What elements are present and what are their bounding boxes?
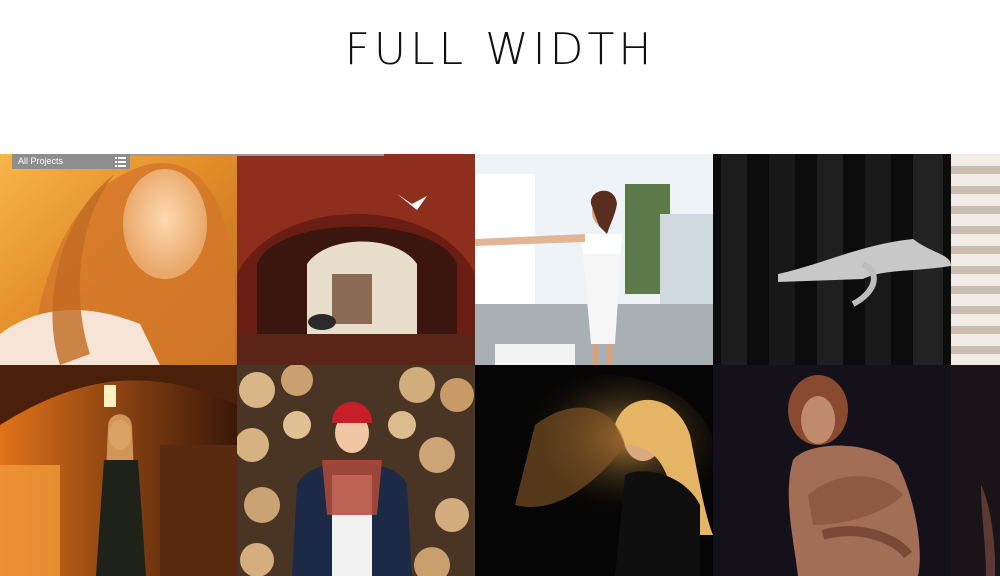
gallery-item-white-dress-dancer[interactable] <box>475 154 713 365</box>
portfolio-gallery <box>0 154 1000 576</box>
gallery-item-dust-hair-portrait[interactable] <box>475 365 713 576</box>
list-menu-icon <box>115 157 126 167</box>
studio-figure-image <box>713 365 951 576</box>
gallery-item-building-facade[interactable] <box>951 154 1000 365</box>
gallery-item-corridor-black-dress[interactable] <box>0 365 237 576</box>
corridor-image <box>0 365 237 576</box>
facade-image <box>951 154 1000 365</box>
gallery-item-woodpile-red-hat[interactable] <box>237 365 475 576</box>
portrait-image <box>0 154 237 365</box>
gallery-item-brick-archway-dove[interactable] <box>237 154 475 365</box>
woodpile-image <box>237 365 475 576</box>
filter-label: All Projects <box>18 156 64 166</box>
gallery-item-portrait-golden-hair[interactable] <box>0 154 237 365</box>
gallery-top-divider <box>130 154 384 156</box>
project-filter-dropdown[interactable]: All Projects <box>12 154 130 169</box>
gallery-item-dark-edge[interactable] <box>951 365 1000 576</box>
dust-portrait-image <box>475 365 713 576</box>
archway-image <box>237 154 475 365</box>
gallery-item-dark-panel-figure[interactable] <box>713 154 951 365</box>
dancer-image <box>475 154 713 365</box>
page-title: FULL WIDTH <box>344 24 656 75</box>
dark-panel-image <box>713 154 951 365</box>
gallery-item-figure-dark-studio[interactable] <box>713 365 951 576</box>
dark-edge-image <box>951 365 1000 576</box>
